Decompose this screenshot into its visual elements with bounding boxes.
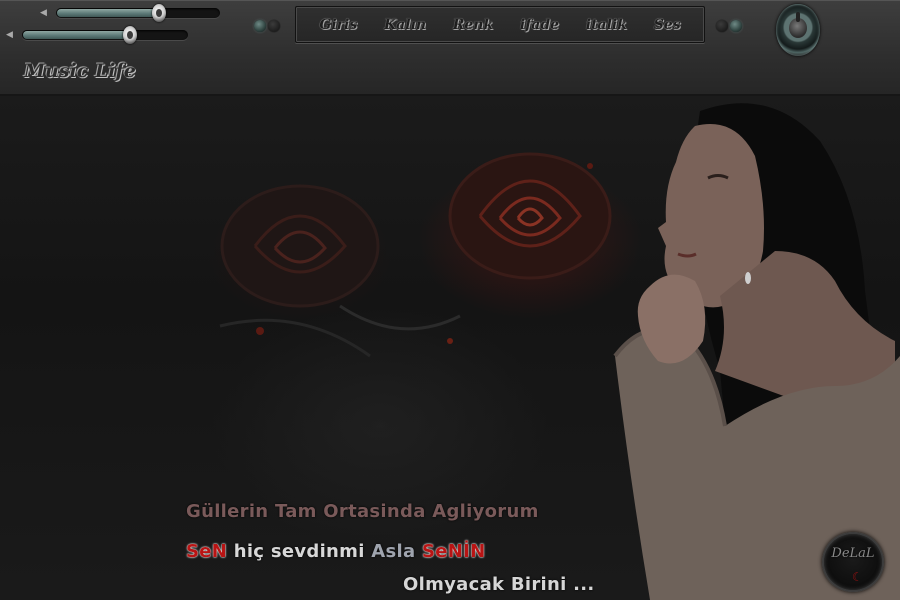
menu-item-renk[interactable]: Renk [453, 17, 493, 33]
volume-slider-2-knob[interactable] [122, 26, 137, 44]
menu-item-ses[interactable]: Ses [654, 17, 681, 33]
led-icon [268, 20, 280, 32]
signature-badge: DeLaL ☾ [822, 532, 884, 592]
player-stage: Güllerin Tam Ortasinda Agliyorum SeN hiç… [0, 96, 900, 600]
led-icon [716, 20, 728, 32]
lyric-line-2-part-3: Asla [371, 541, 416, 562]
volume-slider-1-knob[interactable] [152, 4, 167, 22]
power-knob-icon[interactable] [776, 4, 820, 56]
speaker-icon: ◀ [6, 30, 13, 40]
top-control-bar: ◀ ◀ Music Life Giris Kalın Renk ifade it… [0, 0, 900, 96]
volume-row-1: ◀ [40, 4, 220, 22]
menu-item-kalin[interactable]: Kalın [384, 17, 426, 33]
badge-text: DeLaL [831, 546, 875, 561]
volume-slider-2[interactable] [22, 26, 188, 44]
speaker-icon: ◀ [40, 8, 47, 18]
lyric-line-1: Güllerin Tam Ortasinda Agliyorum [186, 501, 539, 522]
woman-portrait-image [613, 103, 900, 600]
lyric-line-2-part-4: SeNİN [415, 541, 486, 562]
volume-slider-2-fill [23, 31, 131, 39]
menu-item-ifade[interactable]: ifade [520, 17, 559, 33]
volume-slider-1-fill [57, 9, 161, 17]
lyric-line-2: SeN hiç sevdinmi Asla SeNİN [186, 541, 486, 562]
format-menu: Giris Kalın Renk ifade italik Ses [295, 6, 705, 43]
menu-item-italik[interactable]: italik [586, 17, 627, 33]
lyric-line-3: Olmyacak Birini ... [403, 574, 595, 595]
led-icon [730, 20, 742, 32]
lyric-line-2-part-1: SeN [186, 541, 228, 562]
volume-slider-1[interactable] [56, 4, 220, 22]
crescent-icon: ☾ [852, 570, 863, 584]
volume-row-2: ◀ [6, 26, 188, 44]
lyric-line-2-part-2: hiç sevdinmi [227, 541, 372, 562]
led-icon [254, 20, 266, 32]
app-logo: Music Life [24, 60, 136, 82]
menu-item-giris[interactable]: Giris [319, 17, 357, 33]
